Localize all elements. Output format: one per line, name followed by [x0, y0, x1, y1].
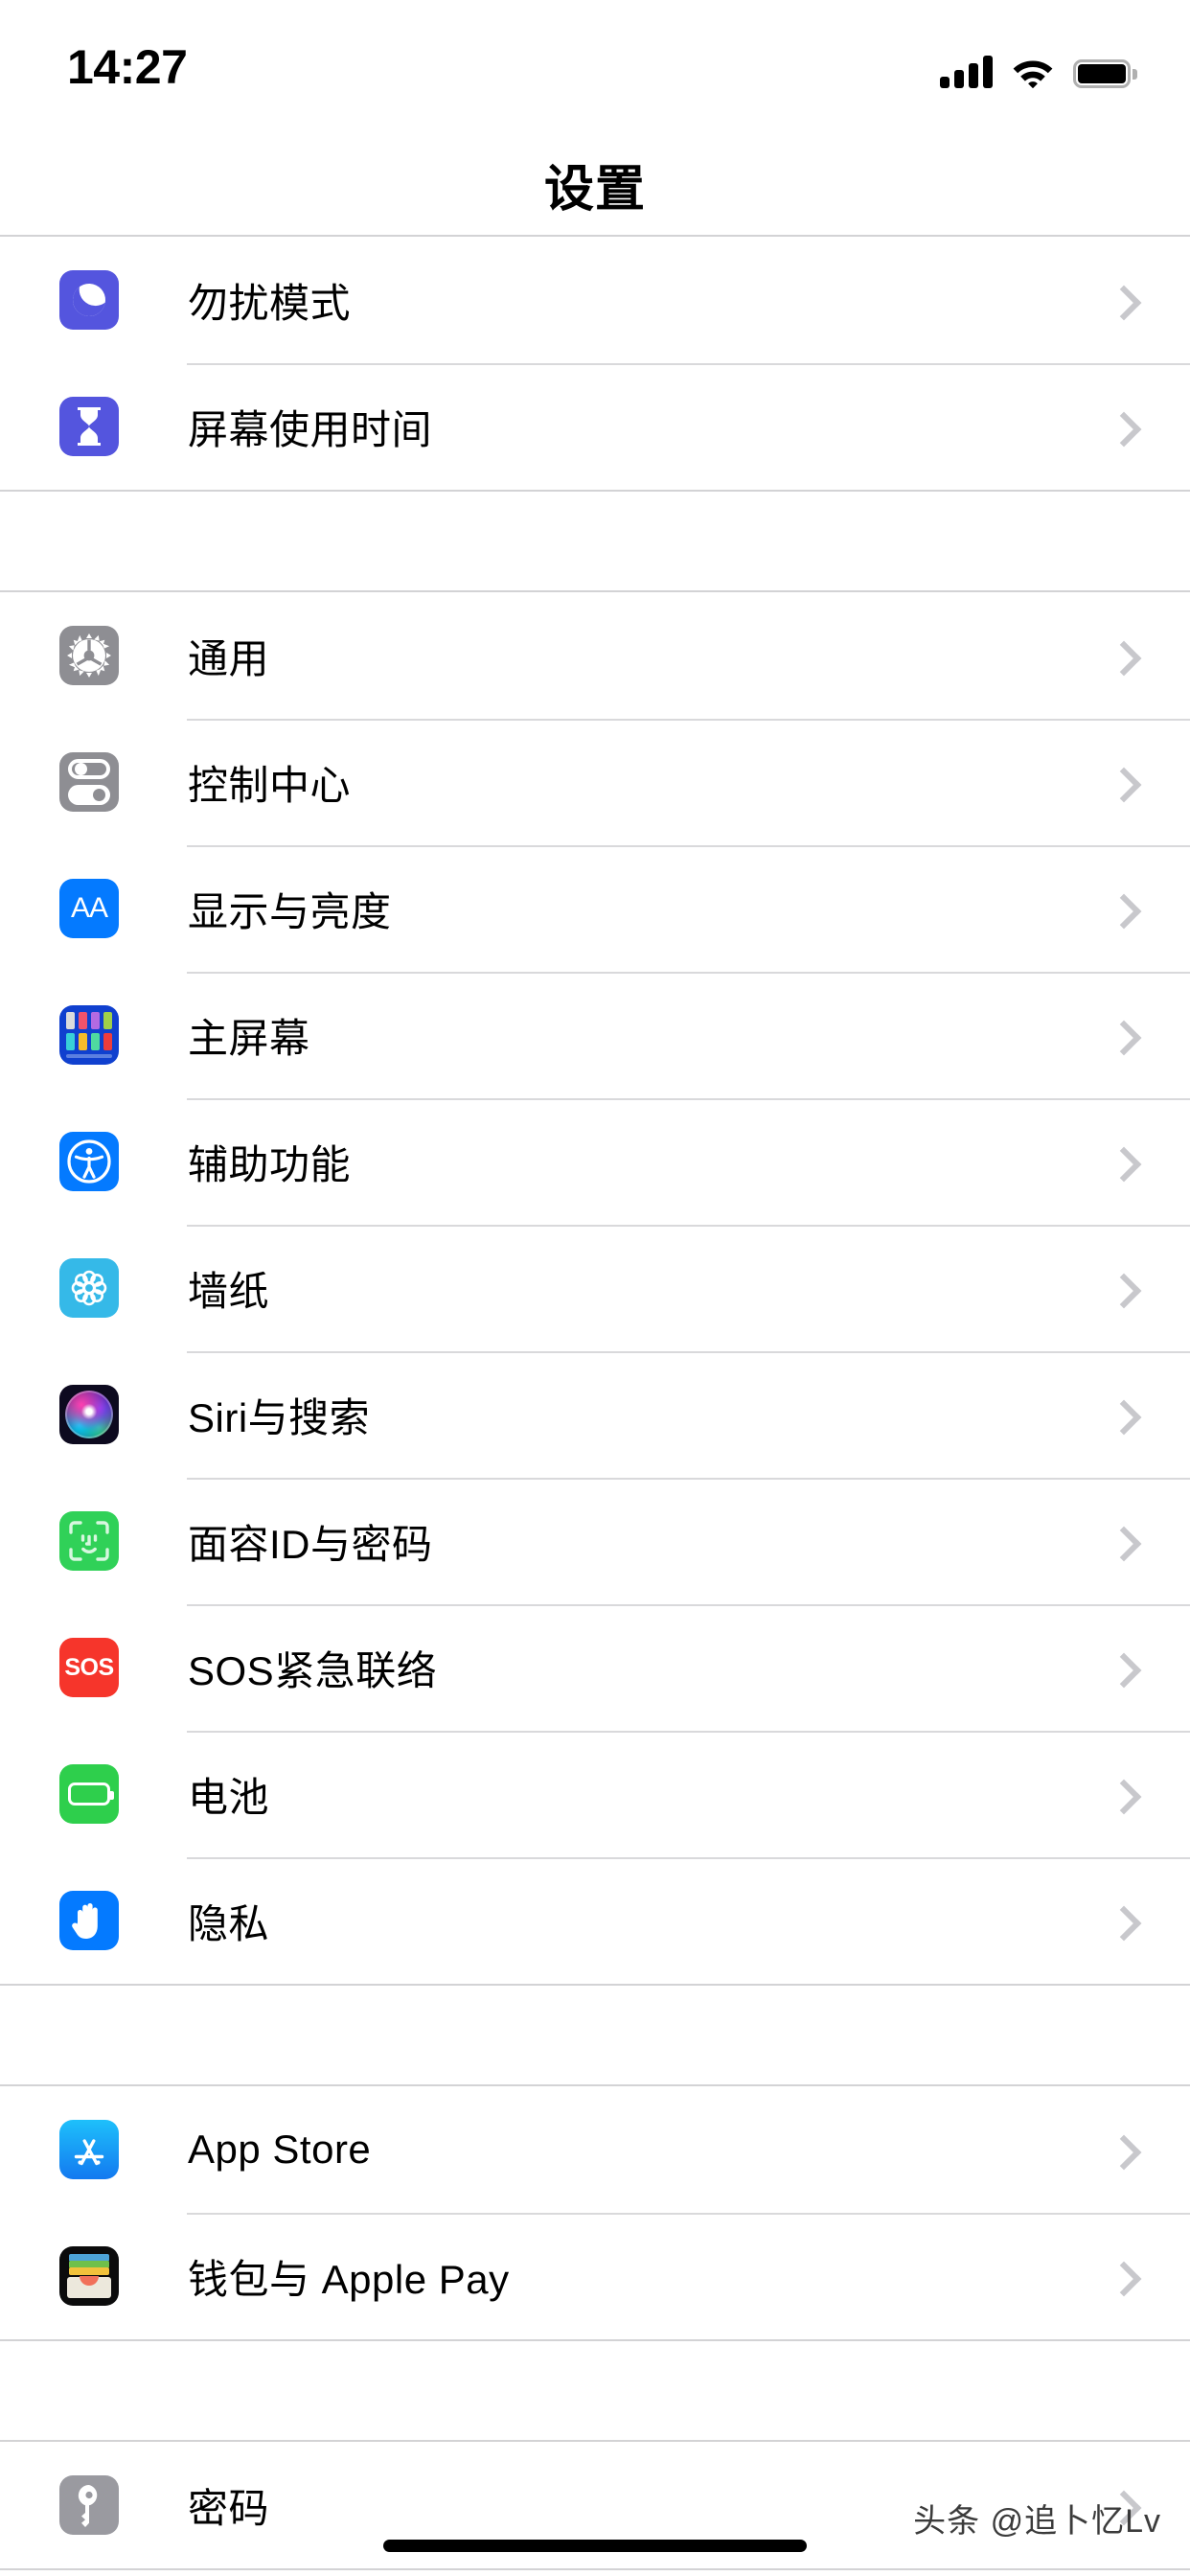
chevron-right-icon	[1111, 1777, 1131, 1811]
face-id-icon	[59, 1511, 119, 1571]
wallpaper-icon	[59, 1258, 119, 1318]
emergency-sos-icon: SOS	[59, 1638, 119, 1697]
settings-row-privacy[interactable]: 隐私	[0, 1857, 1190, 1984]
status-bar-indicators	[940, 46, 1137, 88]
do-not-disturb-icon	[59, 270, 119, 330]
wallet-icon	[59, 2246, 119, 2306]
row-label: App Store	[188, 2127, 372, 2172]
chevron-right-icon	[1111, 765, 1131, 799]
cellular-signal-icon	[940, 56, 993, 88]
chevron-right-icon	[1111, 1018, 1131, 1052]
settings-row-general[interactable]: 通用	[0, 592, 1190, 719]
settings-list: 勿扰模式 屏幕使用时间 通用 控制中心 AA 显示与亮度 主屏幕 辅助功能 墙纸…	[0, 235, 1190, 2570]
display-brightness-icon: AA	[59, 879, 119, 938]
settings-group-store: App Store 钱包与 Apple Pay	[0, 2084, 1190, 2341]
screen-time-icon	[59, 397, 119, 456]
siri-icon	[59, 1385, 119, 1444]
chevron-right-icon	[1111, 283, 1131, 317]
row-label: 密码	[188, 2485, 270, 2531]
home-indicator[interactable]	[383, 2540, 807, 2552]
settings-row-siri-search[interactable]: Siri与搜索	[0, 1351, 1190, 1478]
row-label: 辅助功能	[188, 1141, 352, 1187]
chevron-right-icon	[1111, 1144, 1131, 1179]
chevron-right-icon	[1111, 2132, 1131, 2167]
wifi-icon	[1012, 56, 1054, 88]
settings-row-home-screen[interactable]: 主屏幕	[0, 972, 1190, 1098]
chevron-right-icon	[1111, 1397, 1131, 1432]
chevron-right-icon	[1111, 2259, 1131, 2293]
settings-row-face-id-passcode[interactable]: 面容ID与密码	[0, 1478, 1190, 1604]
gear-icon	[59, 626, 119, 685]
status-bar: 14:27	[0, 0, 1190, 134]
chevron-right-icon	[1111, 891, 1131, 926]
chevron-right-icon	[1111, 1650, 1131, 1685]
status-bar-clock: 14:27	[67, 40, 188, 94]
settings-group-system: 通用 控制中心 AA 显示与亮度 主屏幕 辅助功能 墙纸 Siri与搜索 面容I…	[0, 590, 1190, 1986]
privacy-hand-icon	[59, 1891, 119, 1950]
chevron-right-icon	[1111, 1903, 1131, 1938]
group-spacer	[0, 492, 1190, 590]
row-label: 控制中心	[188, 762, 352, 808]
row-label: 显示与亮度	[188, 888, 392, 934]
settings-row-control-center[interactable]: 控制中心	[0, 719, 1190, 845]
chevron-right-icon	[1111, 638, 1131, 673]
row-label: 屏幕使用时间	[188, 406, 433, 452]
chevron-right-icon	[1111, 1271, 1131, 1305]
settings-row-accessibility[interactable]: 辅助功能	[0, 1098, 1190, 1225]
app-store-icon	[59, 2120, 119, 2179]
group-spacer	[0, 2341, 1190, 2440]
chevron-right-icon	[1111, 1524, 1131, 1558]
row-label: 通用	[188, 635, 270, 681]
settings-screen: 14:27 设置 勿扰模式 屏幕使用时间 通用 控制中心 AA 显示与亮度 主屏…	[0, 0, 1190, 2576]
settings-row-do-not-disturb[interactable]: 勿扰模式	[0, 237, 1190, 363]
settings-row-display-brightness[interactable]: AA 显示与亮度	[0, 845, 1190, 972]
page-title: 设置	[543, 162, 646, 218]
control-center-icon	[59, 752, 119, 812]
settings-group-focus: 勿扰模式 屏幕使用时间	[0, 235, 1190, 492]
row-label: 勿扰模式	[188, 280, 352, 326]
accessibility-icon	[59, 1132, 119, 1191]
navigation-bar: 设置	[0, 134, 1190, 235]
row-label: 隐私	[188, 1900, 270, 1946]
chevron-right-icon	[1111, 2488, 1131, 2522]
row-label: Siri与搜索	[188, 1394, 371, 1440]
row-label: 墙纸	[188, 1268, 270, 1314]
row-label: 面容ID与密码	[188, 1521, 433, 1567]
settings-row-wallpaper[interactable]: 墙纸	[0, 1225, 1190, 1351]
chevron-right-icon	[1111, 409, 1131, 444]
settings-row-app-store[interactable]: App Store	[0, 2086, 1190, 2213]
row-label: 钱包与 Apple Pay	[188, 2256, 510, 2302]
row-label: 主屏幕	[188, 1015, 310, 1061]
settings-row-wallet-apple-pay[interactable]: 钱包与 Apple Pay	[0, 2213, 1190, 2339]
home-screen-icon	[59, 1005, 119, 1065]
row-label: 电池	[188, 1774, 270, 1820]
row-label: SOS紧急联络	[188, 1647, 438, 1693]
key-icon	[59, 2475, 119, 2535]
battery-icon	[59, 1764, 119, 1824]
battery-full-icon	[1073, 59, 1137, 88]
settings-row-screen-time[interactable]: 屏幕使用时间	[0, 363, 1190, 490]
settings-row-emergency-sos[interactable]: SOS SOS紧急联络	[0, 1604, 1190, 1731]
group-spacer	[0, 1986, 1190, 2084]
settings-row-battery[interactable]: 电池	[0, 1731, 1190, 1857]
